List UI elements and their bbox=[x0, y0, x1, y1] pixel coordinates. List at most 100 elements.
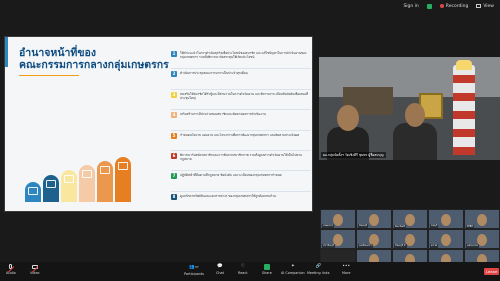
heart-icon: ♡ bbox=[240, 264, 245, 269]
link-icon: 🔗 bbox=[315, 264, 322, 269]
participants-label: Participants bbox=[184, 272, 204, 276]
more-label: More bbox=[342, 271, 351, 275]
slide-accent bbox=[5, 37, 8, 67]
duty-text: ให้คำแนะนำในการดำเนินธุรกิจเพื่อประโยชน์… bbox=[180, 51, 307, 60]
slide-title: อำนาจหน้าที่ของ คณะกรรมการกลางกลุ่มเกษตร… bbox=[19, 47, 169, 71]
title-underline bbox=[19, 75, 79, 76]
duty-list: 1 ให้คำแนะนำในการดำเนินธุรกิจเพื่อประโยชน… bbox=[171, 49, 311, 211]
react-button[interactable]: ♡ React bbox=[238, 264, 248, 275]
sparkle-icon: ✦ bbox=[290, 264, 295, 269]
graphic-bar bbox=[43, 175, 59, 202]
audio-button[interactable]: Audio bbox=[6, 264, 16, 275]
duty-item: 2 ดำเนินการประชุมคณะกรรมการเป็นประจำทุกเด… bbox=[171, 69, 311, 90]
bar-icon bbox=[46, 180, 56, 188]
participant-tile[interactable]: Suchart bbox=[392, 209, 428, 229]
participant-tile[interactable]: ตราด bbox=[428, 229, 464, 249]
bar-graphic bbox=[25, 157, 135, 202]
recording-indicator[interactable]: Recording bbox=[439, 3, 469, 9]
participant-tile[interactable]: ฉะเชิงเทรา bbox=[356, 229, 392, 249]
participant-avatar bbox=[405, 214, 415, 226]
bar-icon bbox=[100, 165, 110, 174]
duty-number-badge: 6 bbox=[171, 152, 177, 159]
participant-tile[interactable]: จันทบุรี 2 bbox=[392, 229, 428, 249]
bar-icon bbox=[28, 186, 38, 195]
participant-name: จันทบุรี 2 bbox=[394, 243, 407, 248]
duty-number-badge: 5 bbox=[171, 132, 177, 139]
leave-button[interactable]: Leave bbox=[484, 268, 500, 275]
graphic-bar bbox=[25, 181, 41, 202]
duty-text: กำหนดนโยบาย แผนงาน และโครงการเพื่อการพัฒ… bbox=[180, 132, 300, 137]
ai-companion-label: AI Companion bbox=[281, 271, 305, 275]
lighthouse-model bbox=[453, 65, 475, 155]
participant-avatar bbox=[369, 214, 379, 226]
view-label: View bbox=[483, 3, 494, 9]
recording-label: Recording bbox=[445, 3, 469, 9]
chat-button[interactable]: 💬 Chat bbox=[216, 264, 224, 275]
duty-item: 8 ดูแลรักษาทรัพย์สินและเอกสารต่างๆ ของกลุ… bbox=[171, 192, 311, 211]
view-button[interactable]: View bbox=[476, 4, 494, 9]
ai-companion-button[interactable]: ✦ AI Companion bbox=[281, 264, 305, 275]
shared-slide: อำนาจหน้าที่ของ คณะกรรมการกลางกลุ่มเกษตร… bbox=[4, 36, 313, 212]
duty-item: 4 เสริมสร้างการมีส่วนร่วมของสมาชิกและติดต… bbox=[171, 110, 311, 131]
participant-name: ปราจีนบุรี bbox=[322, 243, 335, 248]
react-label: React bbox=[238, 271, 248, 275]
duty-text: ปฏิบัติหน้าที่อื่นตามที่กฎหมาย ข้อบังคับ… bbox=[180, 173, 282, 178]
duty-item: 6 พิจารณารับสมัครสมาชิกและการพ้นจากสมาชิก… bbox=[171, 151, 311, 172]
share-screen-icon bbox=[263, 264, 270, 270]
participant-name: นครนายก bbox=[466, 243, 480, 248]
video-button[interactable]: Video bbox=[30, 264, 40, 275]
top-bar: Sign in Recording View bbox=[0, 0, 500, 12]
participant-name: ชลบุรี bbox=[430, 223, 439, 228]
participant-name: จันทบุรี bbox=[358, 223, 369, 228]
graphic-bar bbox=[79, 165, 95, 202]
meeting-toolbar: Audio Video 👥37 Participants 💬 Chat ♡ Re… bbox=[0, 262, 500, 281]
microphone-muted-icon bbox=[7, 264, 14, 273]
duty-item: 5 กำหนดนโยบาย แผนงาน และโครงการเพื่อการพั… bbox=[171, 131, 311, 151]
participant-tile[interactable]: จันทบุรี bbox=[356, 209, 392, 229]
duty-text: เสริมสร้างการมีส่วนร่วมของสมาชิกและติดตา… bbox=[180, 112, 266, 117]
participant-tile[interactable]: ชลบุรี bbox=[428, 209, 464, 229]
participant-tile[interactable]: PHM bbox=[464, 209, 500, 229]
chat-label: Chat bbox=[216, 271, 224, 275]
record-dot-icon bbox=[439, 4, 444, 8]
speaker-1-head bbox=[337, 105, 359, 131]
bar-icon bbox=[82, 170, 92, 179]
duty-number-badge: 1 bbox=[171, 51, 177, 57]
duty-text: ดำเนินการประชุมคณะกรรมการเป็นประจำทุกเดื… bbox=[180, 71, 248, 76]
participant-name: ฉะเชิงเทรา bbox=[358, 243, 373, 248]
participant-avatar bbox=[333, 214, 343, 226]
graphic-bar bbox=[115, 157, 131, 202]
more-button[interactable]: ••• More bbox=[342, 264, 350, 275]
speaker-name-tag: ผอ.กลุ่มจัดตั้งฯ วัดเชิงคีรี ชุมพร ผู้ชื… bbox=[321, 152, 386, 158]
participant-name: เกษตรกร bbox=[322, 223, 335, 228]
active-speaker-video[interactable]: ผอ.กลุ่มจัดตั้งฯ วัดเชิงคีรี ชุมพร ผู้ชื… bbox=[319, 57, 500, 160]
participant-avatar bbox=[441, 234, 451, 246]
bar-icon bbox=[64, 174, 74, 183]
duty-number-badge: 4 bbox=[171, 112, 177, 119]
duty-number-badge: 3 bbox=[171, 91, 177, 98]
graphic-bar bbox=[61, 169, 77, 202]
meeting-links-label: Meeting links bbox=[307, 271, 330, 275]
bar-icon bbox=[118, 162, 128, 170]
participant-avatar bbox=[477, 214, 487, 226]
participant-tile[interactable]: ปราจีนบุรี bbox=[320, 229, 356, 249]
participants-button[interactable]: 👥37 Participants bbox=[184, 264, 204, 276]
duty-number-badge: 7 bbox=[171, 173, 177, 180]
graphic-bar bbox=[97, 160, 113, 202]
share-label: Share bbox=[262, 271, 272, 275]
speaker-2-body bbox=[393, 123, 437, 160]
share-button[interactable]: Share bbox=[262, 264, 272, 275]
participant-name: Suchart bbox=[394, 224, 407, 228]
participant-tile[interactable]: เกษตรกร bbox=[320, 209, 356, 229]
participant-avatar bbox=[441, 214, 451, 226]
more-dots-icon: ••• bbox=[342, 264, 351, 269]
duty-text: ดูแลรักษาทรัพย์สินและเอกสารต่างๆ ของกลุ่… bbox=[180, 193, 276, 198]
participant-name: PHM bbox=[466, 224, 474, 228]
meeting-links-button[interactable]: 🔗 Meeting links bbox=[307, 264, 330, 275]
duty-item: 7 ปฏิบัติหน้าที่อื่นตามที่กฎหมาย ข้อบังคั… bbox=[171, 171, 311, 192]
participant-tile[interactable]: นครนายก bbox=[464, 229, 500, 249]
shield-icon bbox=[426, 3, 432, 9]
duty-item: 1 ให้คำแนะนำในการดำเนินธุรกิจเพื่อประโยชน… bbox=[171, 49, 311, 70]
duty-number-badge: 8 bbox=[171, 193, 177, 200]
signin-link[interactable]: Sign in bbox=[403, 4, 418, 9]
